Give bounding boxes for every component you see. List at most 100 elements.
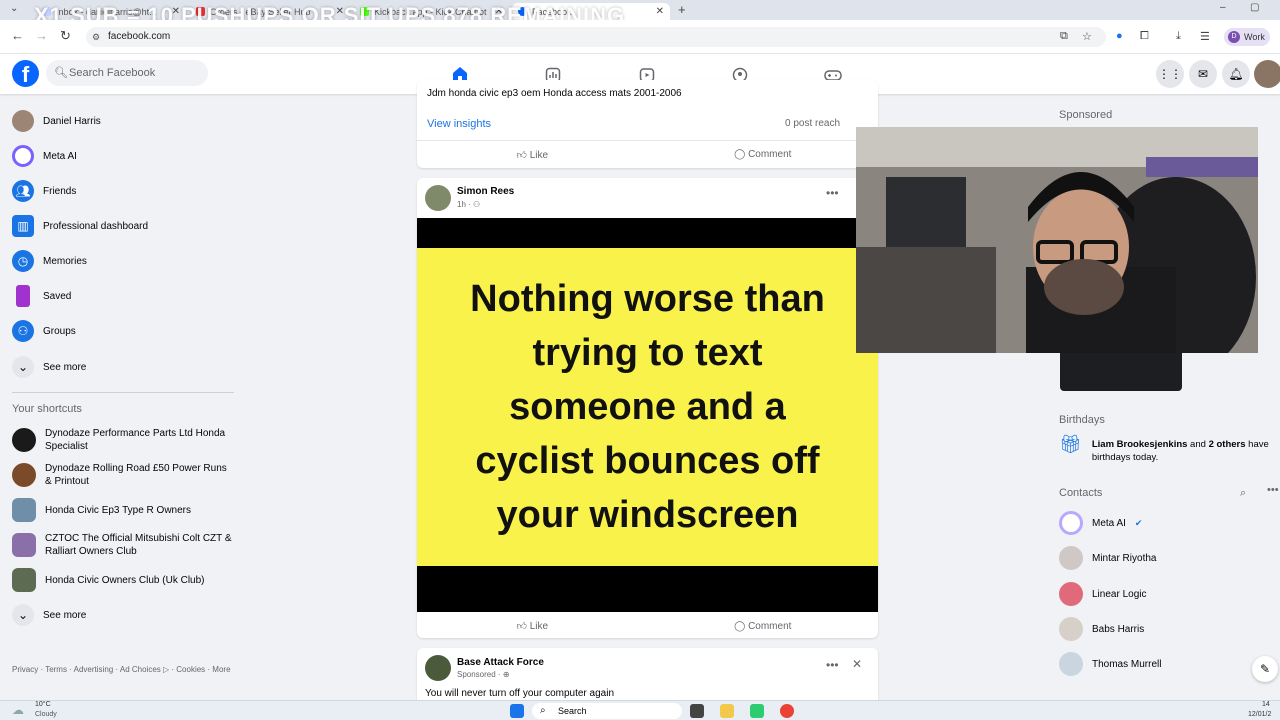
contact-name: Thomas Murrell (1092, 658, 1162, 670)
contact-item[interactable]: Linear Logic (1059, 580, 1146, 608)
avatar[interactable] (425, 185, 451, 211)
dashboard-icon: ▥ (12, 215, 34, 237)
sidebar-item-professional-dashboard[interactable]: ▥ Professional dashboard (12, 211, 148, 241)
more-options-icon[interactable]: ••• (1267, 484, 1279, 496)
weather-temp[interactable]: 10°C (35, 701, 51, 708)
contact-item[interactable]: Thomas Murrell (1059, 650, 1161, 678)
contact-item[interactable]: Mintar Riyotha (1059, 544, 1156, 572)
webcam-video (856, 127, 1258, 353)
install-app-icon[interactable]: ⧉ (1060, 30, 1068, 43)
close-icon[interactable]: ✕ (852, 657, 862, 671)
shortcut-item[interactable]: Honda Civic Ep3 Type R Owners (12, 498, 234, 522)
view-insights-link[interactable]: View insights (427, 118, 491, 130)
menu-button[interactable]: ⋮⋮ (1156, 60, 1184, 88)
windows-start-icon[interactable] (510, 704, 524, 718)
reading-list-icon[interactable]: ☰ (1200, 30, 1210, 43)
profile-button[interactable]: D Work (1224, 28, 1270, 46)
like-label: Like (529, 621, 549, 632)
post-time-label: 1h (457, 200, 466, 209)
like-button[interactable]: 👍︎ Like (417, 620, 648, 632)
meme-panel: Nothing worse than trying to text someon… (417, 248, 878, 566)
bookmark-star-icon[interactable]: ☆ (1082, 30, 1092, 43)
reload-icon[interactable]: ↻ (60, 28, 71, 44)
app-icon[interactable] (750, 704, 764, 718)
contact-name: Babs Harris (1092, 623, 1145, 635)
more-options-icon[interactable]: ••• (826, 658, 839, 672)
chevron-down-icon: ⌄ (12, 356, 34, 378)
task-view-icon[interactable] (690, 704, 704, 718)
sidebar-item-label: Friends (43, 185, 77, 197)
url-field[interactable]: ⚙ facebook.com (86, 27, 1106, 47)
meme-text: Nothing worse than trying to text someon… (470, 278, 825, 536)
back-icon[interactable]: ← (11, 28, 24, 43)
extension-icon[interactable]: ● (1116, 30, 1123, 42)
avatar[interactable] (425, 655, 451, 681)
sidebar-item-friends[interactable]: 👥︎ Friends (12, 176, 76, 206)
shortcut-image (12, 498, 36, 522)
like-icon: 👍︎ (516, 621, 530, 632)
shortcut-item[interactable]: CZTOC The Official Mitsubishi Colt CZT &… (12, 532, 234, 558)
sidebar-item-memories[interactable]: ◷ Memories (12, 246, 87, 276)
minimize-icon[interactable]: – (1220, 2, 1226, 13)
sidebar-item-meta-ai[interactable]: Meta AI (12, 141, 77, 171)
birthday-name: Liam Brookesjenkins (1091, 439, 1188, 450)
download-icon[interactable]: ⤓ (1176, 30, 1181, 43)
more-options-icon[interactable]: ••• (826, 186, 839, 200)
contact-item[interactable]: Babs Harris (1059, 615, 1144, 643)
cloud-icon: ☁ (12, 703, 24, 717)
post-author[interactable]: Base Attack Force (457, 657, 544, 668)
search-icon[interactable]: ⌕ (1240, 487, 1246, 500)
shortcut-image (12, 428, 36, 452)
comment-label: Comment (748, 149, 792, 160)
post-author[interactable]: Simon Rees (457, 186, 514, 197)
birthdays-row[interactable]: 🎁︎ Liam Brookesjenkins and 2 others have… (1059, 435, 1274, 464)
sidebar-divider (12, 392, 234, 393)
sponsored-ad-image[interactable] (1060, 353, 1182, 391)
close-tab-icon[interactable]: ✕ (656, 6, 664, 17)
site-info-icon[interactable]: ⚙ (92, 27, 100, 47)
search-facebook-input[interactable]: 🔍︎ Search Facebook (46, 60, 208, 86)
comment-button[interactable]: ◯ Comment (648, 149, 879, 160)
groups-icon: ⚇ (12, 320, 34, 342)
shortcut-item[interactable]: Honda Civic Owners Club (Uk Club) (12, 568, 234, 592)
tab-search-icon[interactable]: ⌄ (10, 3, 18, 14)
new-tab-icon[interactable]: + (678, 2, 686, 17)
taskbar-search[interactable]: ⌕ Search (532, 703, 682, 719)
new-message-button[interactable]: ✎ (1252, 656, 1278, 682)
grid-menu-icon: ⋮⋮ (1158, 67, 1182, 81)
footer-links[interactable]: Privacy · Terms · Advertising · Ad Choic… (12, 664, 234, 675)
avatar (12, 110, 34, 132)
clock-date: 12/01/2 (1248, 711, 1272, 718)
shortcuts-heading: Your shortcuts (12, 403, 82, 415)
maximize-icon[interactable]: ▢ (1250, 2, 1259, 13)
extensions-puzzle-icon[interactable]: ⧠ (1140, 30, 1149, 43)
bookmark-icon (16, 285, 30, 307)
file-explorer-icon[interactable] (720, 704, 734, 718)
shortcut-item[interactable]: Dynodaze Rolling Road £50 Power Runs & P… (12, 462, 234, 488)
sponsored-text: Sponsored (457, 670, 496, 679)
sponsored-label: Sponsored · ⊕ (457, 670, 510, 679)
account-avatar[interactable] (1254, 60, 1280, 88)
contact-item[interactable]: Meta AI ✔ (1059, 509, 1142, 537)
shortcut-item[interactable]: Dynodaze Performance Parts Ltd Honda Spe… (12, 427, 234, 453)
shortcut-image (12, 533, 36, 557)
clock-time[interactable]: 14 (1262, 701, 1270, 708)
notifications-button[interactable]: 🔔︎ (1222, 60, 1250, 88)
shortcuts-see-more[interactable]: ⌄ See more (12, 600, 86, 630)
globe-icon: ⊕ (502, 670, 510, 679)
post-image[interactable]: Nothing worse than trying to text someon… (417, 218, 878, 612)
forward-icon[interactable]: → (35, 28, 48, 43)
messenger-button[interactable]: ✉ (1189, 60, 1217, 88)
sidebar-item-label: Professional dashboard (43, 220, 149, 232)
sidebar-item-groups[interactable]: ⚇ Groups (12, 316, 76, 346)
search-placeholder: Search Facebook (69, 67, 156, 79)
sidebar-see-more[interactable]: ⌄ See more (12, 352, 86, 382)
search-icon: ⌕ (540, 705, 546, 716)
like-button[interactable]: 👍︎ Like (417, 149, 648, 161)
address-bar-row: ← → ↻ ⚙ facebook.com ⧉ ☆ ● ⧠ ⤓ ☰ D Work (0, 20, 1280, 54)
comment-button[interactable]: ◯ Comment (648, 621, 879, 632)
sidebar-item-profile[interactable]: Daniel Harris (12, 106, 101, 136)
sidebar-item-saved[interactable]: Saved (12, 281, 71, 311)
chrome-icon[interactable] (780, 704, 794, 718)
facebook-logo[interactable]: f (12, 60, 39, 87)
